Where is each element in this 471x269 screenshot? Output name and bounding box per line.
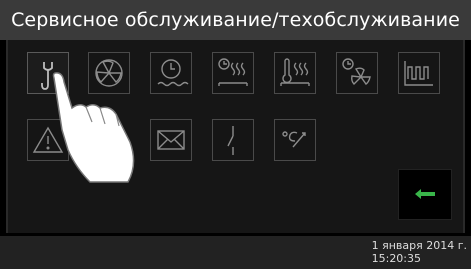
tile-temperature-sensor[interactable]	[274, 119, 316, 161]
thermometer-heat-icon	[280, 58, 310, 86]
timer-heat-icon	[218, 58, 248, 86]
tile-envelope[interactable]	[150, 119, 192, 161]
tile-temperature-graph[interactable]	[398, 52, 440, 94]
service-screen: Сервисное обслуживание/техобслуживание 1…	[0, 0, 471, 269]
page-title: Сервисное обслуживание/техобслуживание	[11, 9, 460, 31]
datetime: 1 января 2014 г. 15:20:35	[372, 239, 467, 265]
tile-warning[interactable]	[27, 119, 69, 161]
tile-timer-water[interactable]	[150, 52, 192, 94]
timer-water-icon	[157, 59, 189, 87]
date-label: 1 января 2014 г.	[371, 239, 467, 252]
timer-fan-icon	[342, 58, 371, 85]
tile-thermometer-heat[interactable]	[274, 52, 316, 94]
title-bar: Сервисное обслуживание/техобслуживание	[0, 0, 471, 40]
envelope-icon	[157, 130, 185, 150]
status-bar: 1 января 2014 г. 15:20:35	[0, 236, 471, 269]
time-label: 15:20:35	[371, 252, 422, 265]
temperature-graph-icon	[404, 61, 433, 86]
back-button[interactable]	[398, 169, 452, 220]
switch-icon	[227, 126, 234, 155]
tile-switch[interactable]	[212, 119, 254, 161]
tile-fan[interactable]	[88, 52, 130, 94]
fan-icon	[95, 59, 123, 87]
tile-wrench[interactable]	[27, 52, 69, 94]
tile-timer-heat[interactable]	[212, 52, 254, 94]
temperature-sensor-icon	[282, 131, 306, 148]
warning-icon	[32, 126, 64, 153]
tile-timer-fan[interactable]	[336, 52, 378, 94]
wrench-icon	[41, 62, 53, 90]
back-arrow-icon	[415, 189, 435, 199]
